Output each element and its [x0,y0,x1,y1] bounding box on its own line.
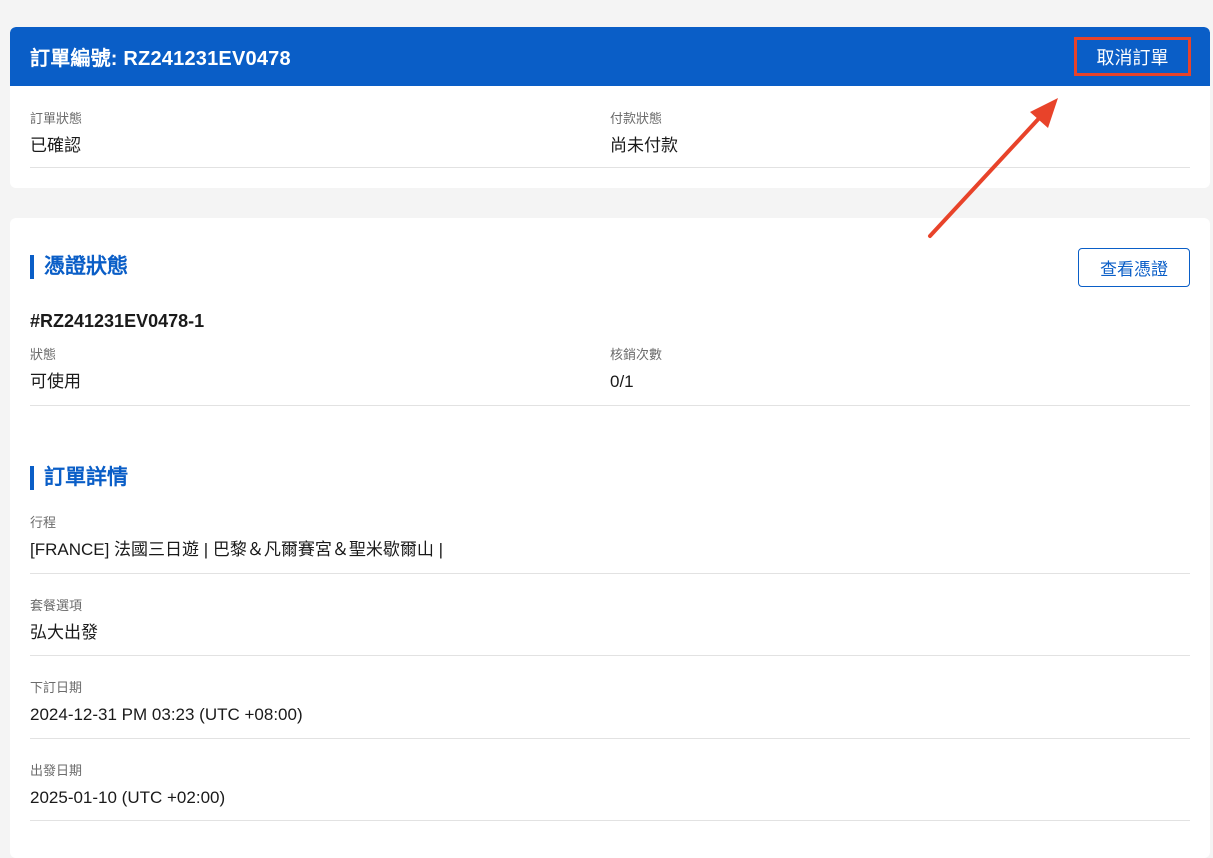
voucher-section-title: 憑證狀態 [30,255,128,279]
detail-row-package: 套餐選項 弘大出發 [30,598,1190,656]
detail-label: 行程 [30,515,57,530]
detail-row-departure-date: 出發日期 2025-01-10 (UTC +02:00) [30,763,1190,821]
order-details-section-title: 訂單詳情 [30,466,128,490]
voucher-detail-card: 憑證狀態 查看憑證 #RZ241231EV0478-1 狀態 可使用 核銷次數 … [10,218,1210,858]
voucher-id: #RZ241231EV0478-1 [30,311,205,331]
redeem-count-field: 核銷次數 0/1 [610,347,662,393]
payment-status-field: 付款狀態 尚未付款 [610,111,678,157]
order-status-label: 訂單狀態 [30,111,83,126]
order-header: 訂單編號: RZ241231EV0478 取消訂單 [10,27,1210,86]
voucher-state-value: 可使用 [30,372,81,391]
detail-row-order-date: 下訂日期 2024-12-31 PM 03:23 (UTC +08:00) [30,680,1190,739]
voucher-state-field: 狀態 可使用 [30,347,81,393]
redeem-count-label: 核銷次數 [610,347,663,362]
payment-status-label: 付款狀態 [610,111,663,126]
detail-value: 2024-12-31 PM 03:23 (UTC +08:00) [30,705,303,724]
detail-label: 出發日期 [30,763,83,778]
cancel-order-button[interactable]: 取消訂單 [1074,37,1191,76]
detail-value: [FRANCE] 法國三日遊 | 巴黎＆凡爾賽宮＆聖米歇爾山 | [30,540,444,559]
detail-label: 套餐選項 [30,598,83,613]
order-status-field: 訂單狀態 已確認 [30,111,82,157]
detail-value: 弘大出發 [30,623,98,642]
order-status-row: 訂單狀態 已確認 付款狀態 尚未付款 [30,111,1190,168]
view-voucher-button[interactable]: 查看憑證 [1078,248,1190,287]
voucher-state-label: 狀態 [30,347,57,362]
order-status-value: 已確認 [30,136,81,155]
order-card: 訂單編號: RZ241231EV0478 取消訂單 訂單狀態 已確認 付款狀態 … [10,27,1210,188]
order-number-title: 訂單編號: RZ241231EV0478 [30,48,291,70]
voucher-status-row: 狀態 可使用 核銷次數 0/1 [30,347,1190,406]
detail-value: 2025-01-10 (UTC +02:00) [30,788,226,807]
payment-status-value: 尚未付款 [610,136,678,155]
detail-row-itinerary: 行程 [FRANCE] 法國三日遊 | 巴黎＆凡爾賽宮＆聖米歇爾山 | [30,515,1190,574]
redeem-count-value: 0/1 [610,372,634,391]
detail-label: 下訂日期 [30,680,83,695]
